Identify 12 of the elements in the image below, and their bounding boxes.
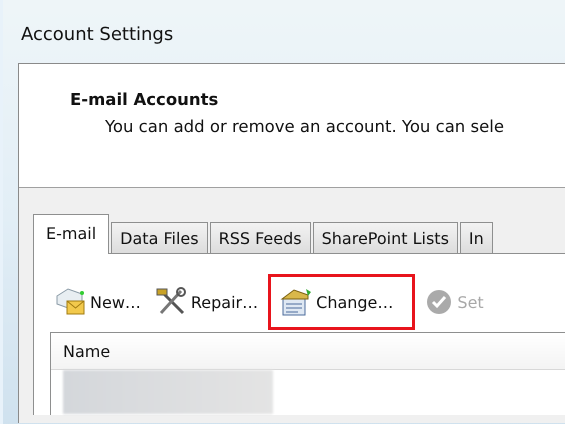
tab[interactable]: In xyxy=(460,222,493,253)
new-button[interactable]: New… xyxy=(50,274,145,330)
section-description: You can add or remove an account. You can sele xyxy=(105,117,505,136)
change-button[interactable]: Change… xyxy=(268,274,416,330)
column-header[interactable]: Name xyxy=(63,342,110,360)
tab[interactable]: Data Files xyxy=(111,222,208,253)
tab[interactable]: RSS Feeds xyxy=(210,222,311,253)
section-title: E-mail Accounts xyxy=(70,90,220,109)
tab[interactable]: SharePoint Lists xyxy=(312,222,458,253)
tab[interactable]: E-mail xyxy=(33,214,110,254)
repair-button[interactable]: Repair… xyxy=(150,274,262,330)
window-title: Account Settings xyxy=(20,23,174,47)
